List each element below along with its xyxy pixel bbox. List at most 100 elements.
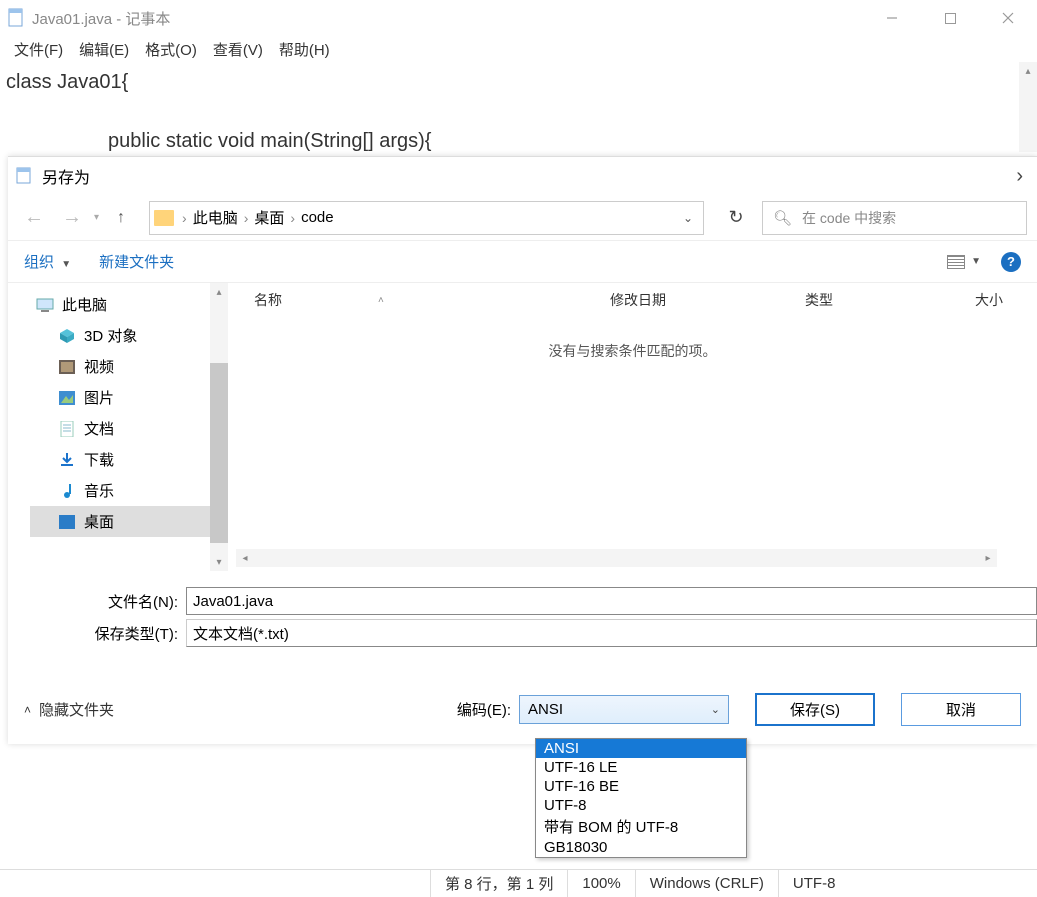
tree-item-downloads[interactable]: 下载 xyxy=(30,444,228,475)
view-options-button[interactable]: ▼ xyxy=(947,255,981,269)
tree-item-documents[interactable]: 文档 xyxy=(30,413,228,444)
encoding-label: 编码(E): xyxy=(457,699,511,720)
column-size[interactable]: 大小 xyxy=(963,290,1015,310)
notepad-statusbar: 第 8 行，第 1 列 100% Windows (CRLF) UTF-8 xyxy=(0,869,1037,897)
status-position: 第 8 行，第 1 列 xyxy=(430,870,567,897)
encoding-option[interactable]: GB18030 xyxy=(536,838,746,857)
up-button[interactable]: ↑ xyxy=(105,209,137,227)
tree-item-video[interactable]: 视频 xyxy=(30,351,228,382)
encoding-option[interactable]: UTF-8 xyxy=(536,796,746,815)
search-placeholder: 在 code 中搜索 xyxy=(802,208,896,228)
maximize-button[interactable] xyxy=(921,0,979,36)
chevron-down-icon: ▼ xyxy=(971,256,981,267)
menu-format[interactable]: 格式(O) xyxy=(137,37,205,62)
video-icon xyxy=(58,359,76,375)
encoding-option[interactable]: 带有 BOM 的 UTF-8 xyxy=(536,815,746,838)
history-dropdown-icon[interactable]: ▾ xyxy=(94,212,99,223)
empty-message: 没有与搜索条件匹配的项。 xyxy=(228,341,1037,361)
new-folder-button[interactable]: 新建文件夹 xyxy=(99,251,174,272)
notepad-icon xyxy=(8,8,24,28)
scroll-up-icon[interactable]: ▴ xyxy=(1019,62,1037,80)
forward-button[interactable]: → xyxy=(56,206,88,229)
close-button[interactable] xyxy=(979,0,1037,36)
picture-icon xyxy=(58,390,76,406)
status-zoom: 100% xyxy=(567,870,634,897)
cancel-button[interactable]: 取消 xyxy=(901,693,1021,726)
tree-item-pictures[interactable]: 图片 xyxy=(30,382,228,413)
tree-root-this-pc[interactable]: 此电脑 xyxy=(30,289,228,320)
address-bar[interactable]: › 此电脑 › 桌面 › code ⌄ xyxy=(149,201,704,235)
code-line: public static void main(String[] args){ xyxy=(6,127,1031,156)
chevron-right-icon[interactable]: › xyxy=(1016,165,1029,188)
organize-button[interactable]: 组织 ▼ xyxy=(24,251,71,272)
filename-input[interactable]: Java01.java xyxy=(186,587,1037,615)
view-icon xyxy=(947,255,965,269)
refresh-button[interactable]: ↻ xyxy=(716,201,756,235)
encoding-select[interactable]: ANSI ⌄ xyxy=(519,695,729,724)
window-controls xyxy=(863,0,1037,36)
chevron-down-icon: ⌄ xyxy=(711,703,720,716)
search-input[interactable]: 🔍︎ 在 code 中搜索 xyxy=(762,201,1027,235)
column-type[interactable]: 类型 xyxy=(793,290,963,310)
column-headers: 名称˄ 修改日期 类型 大小 xyxy=(228,283,1037,317)
chevron-right-icon: › xyxy=(242,210,251,226)
scroll-thumb[interactable] xyxy=(210,363,228,543)
download-icon xyxy=(58,452,76,468)
file-list: 名称˄ 修改日期 类型 大小 没有与搜索条件匹配的项。 ◂ ▸ xyxy=(228,283,1037,571)
savetype-select[interactable]: 文本文档(*.txt) xyxy=(186,619,1037,647)
help-button[interactable]: ? xyxy=(1001,252,1021,272)
notepad-textarea[interactable]: class Java01{ public static void main(St… xyxy=(0,62,1037,162)
menu-file[interactable]: 文件(F) xyxy=(6,37,71,62)
breadcrumb-this-pc[interactable]: 此电脑 xyxy=(189,207,242,228)
column-name[interactable]: 名称˄ xyxy=(228,290,598,310)
status-encoding: UTF-8 xyxy=(778,870,850,897)
encoding-option[interactable]: UTF-16 LE xyxy=(536,758,746,777)
chevron-down-icon[interactable]: ⌄ xyxy=(683,211,693,225)
chevron-down-icon: ▼ xyxy=(61,259,71,270)
column-date[interactable]: 修改日期 xyxy=(598,290,793,310)
folder-icon xyxy=(154,210,174,226)
tree-item-desktop[interactable]: 桌面 xyxy=(30,506,228,537)
saveas-navbar: ← → ▾ ↑ › 此电脑 › 桌面 › code ⌄ ↻ 🔍︎ 在 code … xyxy=(8,195,1037,241)
search-icon: 🔍︎ xyxy=(773,209,792,227)
hide-folders-toggle[interactable]: ˄隐藏文件夹 xyxy=(24,699,114,720)
code-line: class Java01{ xyxy=(6,68,1031,97)
chevron-right-icon: › xyxy=(180,210,189,226)
breadcrumb-desktop[interactable]: 桌面 xyxy=(250,207,288,228)
save-button[interactable]: 保存(S) xyxy=(755,693,875,726)
notepad-vscrollbar[interactable]: ▴ xyxy=(1019,62,1037,152)
filename-label: 文件名(N): xyxy=(8,591,186,612)
scroll-right-icon[interactable]: ▸ xyxy=(979,549,997,567)
status-eol: Windows (CRLF) xyxy=(635,870,778,897)
notepad-menubar: 文件(F) 编辑(E) 格式(O) 查看(V) 帮助(H) xyxy=(0,36,1037,62)
tree-scrollbar[interactable]: ▴ ▾ xyxy=(210,283,228,571)
scroll-left-icon[interactable]: ◂ xyxy=(236,549,254,567)
back-button[interactable]: ← xyxy=(18,206,50,229)
save-fields: 文件名(N): Java01.java 保存类型(T): 文本文档(*.txt) xyxy=(8,571,1037,653)
notepad-titlebar: Java01.java - 记事本 xyxy=(0,0,1037,36)
cube-icon xyxy=(58,328,76,344)
minimize-button[interactable] xyxy=(863,0,921,36)
menu-view[interactable]: 查看(V) xyxy=(205,37,271,62)
breadcrumb-code[interactable]: code xyxy=(297,209,338,226)
tree-item-3d[interactable]: 3D 对象 xyxy=(30,320,228,351)
saveas-titlebar: 另存为 › xyxy=(8,157,1037,195)
saveas-title: 另存为 xyxy=(42,164,90,188)
notepad-icon xyxy=(16,167,32,185)
save-as-dialog: 另存为 › ← → ▾ ↑ › 此电脑 › 桌面 › code ⌄ ↻ 🔍︎ 在… xyxy=(8,156,1037,744)
nav-tree: 此电脑 3D 对象 视频 图片 文档 下载 音乐 桌面 ▴ ▾ xyxy=(8,283,228,571)
document-icon xyxy=(58,421,76,437)
tree-item-music[interactable]: 音乐 xyxy=(30,475,228,506)
menu-edit[interactable]: 编辑(E) xyxy=(71,37,137,62)
notepad-title: Java01.java - 记事本 xyxy=(32,8,170,29)
scroll-up-icon[interactable]: ▴ xyxy=(210,283,228,301)
savetype-label: 保存类型(T): xyxy=(8,623,186,644)
music-icon xyxy=(58,483,76,499)
encoding-option[interactable]: UTF-16 BE xyxy=(536,777,746,796)
encoding-option[interactable]: ANSI xyxy=(536,739,746,758)
scroll-down-icon[interactable]: ▾ xyxy=(210,553,228,571)
content-hscrollbar[interactable]: ◂ ▸ xyxy=(236,549,997,567)
desktop-icon xyxy=(58,514,76,530)
sort-asc-icon: ˄ xyxy=(378,295,384,306)
menu-help[interactable]: 帮助(H) xyxy=(271,37,338,62)
